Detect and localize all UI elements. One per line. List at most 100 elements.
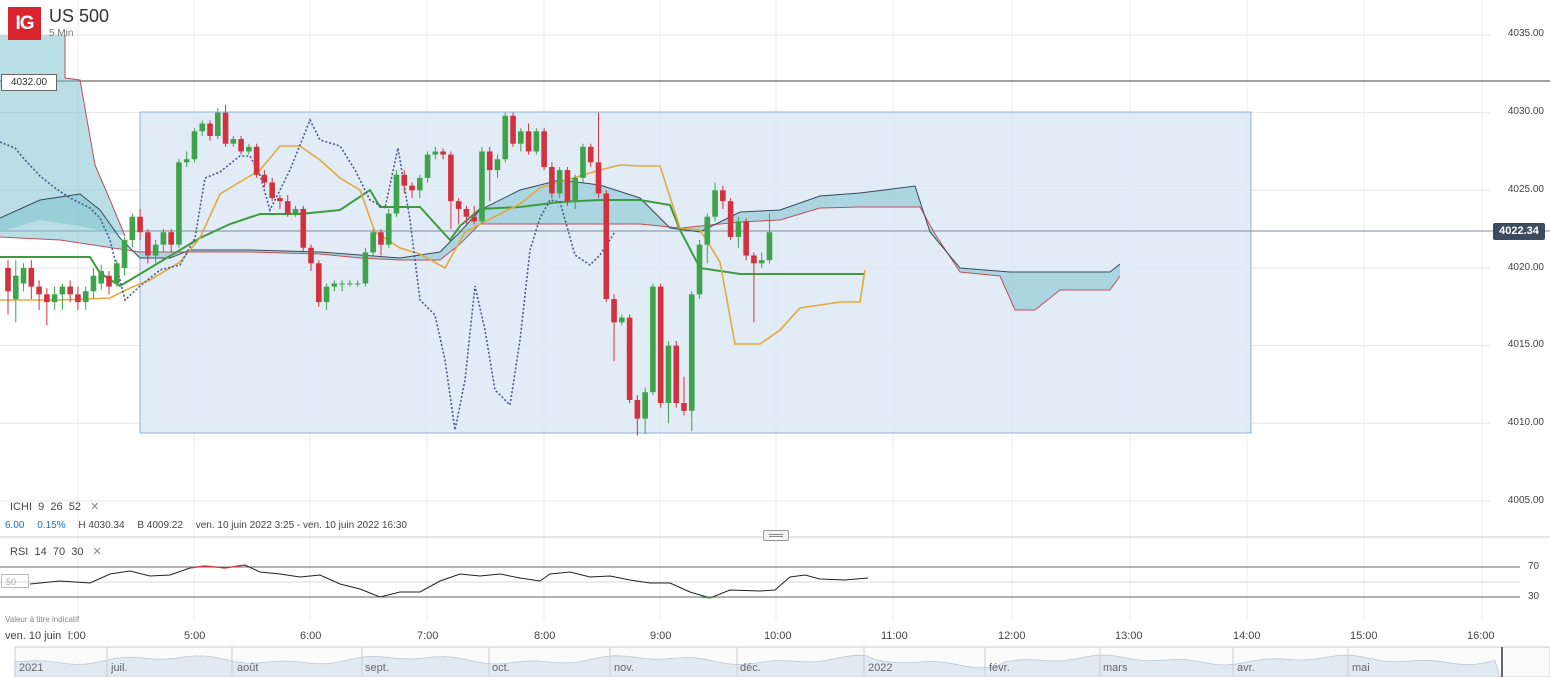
panel-resize-handle[interactable]: [763, 530, 789, 541]
y-axis-label: 4035.00: [1507, 28, 1544, 39]
ichi-param: 9: [38, 501, 45, 513]
close-icon[interactable]: ✕: [90, 501, 99, 513]
navigator-label: févr.: [989, 662, 1010, 674]
candle-body: [90, 275, 97, 292]
candle-body: [67, 286, 73, 295]
candle-body: [611, 299, 617, 323]
candle-body: [354, 283, 361, 285]
candle-body: [494, 159, 501, 171]
x-axis-label: 14:00: [1233, 630, 1261, 642]
candle-body: [261, 174, 268, 183]
ichi-indicator-legend[interactable]: ICHI 9 26 52 ✕: [10, 500, 99, 513]
candle: [176, 159, 182, 248]
candle-body: [277, 198, 283, 202]
candle: [673, 340, 680, 408]
candle-body: [269, 182, 275, 199]
x-axis-label: 7:00: [417, 630, 439, 642]
x-axis-label: 11:00: [881, 630, 908, 642]
ichi-param: 26: [50, 501, 63, 513]
candle: [316, 260, 322, 307]
candle-body: [183, 159, 190, 163]
candle-body: [518, 131, 524, 144]
navigator-label: mai: [1352, 662, 1370, 674]
candle-body: [688, 294, 695, 411]
candle-body: [455, 201, 462, 209]
candle-body: [603, 193, 610, 300]
candle-body: [448, 154, 454, 202]
x-axis-label: 8:00: [534, 630, 556, 642]
rsi-midline-label: 50: [1, 574, 29, 588]
candle: [121, 236, 128, 276]
candle: [502, 112, 509, 163]
candle-body: [580, 146, 586, 178]
candle: [580, 143, 586, 183]
candle-body: [657, 286, 664, 404]
candle-body: [214, 112, 221, 136]
candle: [98, 264, 105, 290]
timeframe-label[interactable]: 5 Min: [49, 28, 73, 39]
navigator-label: sept.: [365, 662, 389, 674]
candle: [385, 208, 392, 248]
high-value: H 4030.34: [78, 520, 125, 531]
candle-body: [440, 151, 446, 155]
candle-body: [525, 131, 532, 152]
candle-body: [347, 283, 353, 285]
candle-body: [230, 139, 237, 144]
candle-body: [673, 345, 680, 404]
candle-body: [393, 174, 400, 214]
candle-body: [362, 252, 369, 284]
candle-body: [432, 151, 439, 155]
candle-body: [323, 286, 330, 303]
x-axis-label: 9:00: [650, 630, 672, 642]
candle-body: [253, 146, 260, 175]
x-axis-label: l:00: [68, 630, 86, 642]
candle-body: [463, 208, 470, 217]
candle: [90, 267, 97, 300]
y-axis-label: 4020.00: [1507, 262, 1544, 273]
candle-body: [98, 271, 105, 284]
candle: [549, 162, 555, 199]
candle: [370, 229, 376, 256]
candle-body: [308, 247, 314, 264]
close-icon[interactable]: ✕: [93, 546, 102, 558]
candle-body: [743, 221, 749, 256]
rsi-param: 30: [71, 546, 84, 558]
candle: [82, 286, 89, 310]
rsi-param: 70: [52, 546, 66, 558]
candle-body: [137, 216, 143, 233]
navigator-label: 2021: [19, 662, 44, 674]
candle: [533, 128, 540, 155]
rsi-series-line: [29, 564, 869, 599]
y-axis-label: 4025.00: [1507, 184, 1544, 195]
candle-body: [502, 115, 509, 160]
candle: [603, 190, 610, 303]
rsi-upper-label: 70: [1528, 561, 1540, 572]
navigator-label: avr.: [1237, 662, 1255, 674]
ichi-param: 52: [68, 501, 81, 513]
rsi-indicator-legend[interactable]: RSI 14 70 30 ✕: [10, 545, 102, 558]
horizontal-line-label[interactable]: 4032.00: [1, 74, 57, 91]
candle-body: [339, 283, 345, 285]
candle: [44, 288, 50, 326]
rsi-oversold-segment: [699, 596, 716, 599]
navigator-label: mars: [1103, 662, 1128, 674]
rsi-name: RSI: [10, 546, 29, 558]
current-price-tag: 4022.34: [1493, 223, 1545, 240]
change-percent: 0.15%: [37, 520, 66, 531]
navigator-label: juil.: [111, 662, 128, 674]
candle-body: [572, 177, 579, 202]
candle-body: [75, 294, 81, 303]
y-axis-label: 4015.00: [1507, 339, 1544, 350]
navigator-label: oct.: [492, 662, 510, 674]
candle: [59, 283, 66, 310]
navigator-label: 2022: [868, 662, 893, 674]
navigator-label: déc.: [740, 662, 761, 674]
candle-body: [704, 216, 711, 245]
candle-body: [681, 403, 687, 411]
candle-body: [720, 190, 726, 202]
rsi-overbought-segment: [189, 564, 246, 569]
price-chart[interactable]: [0, 0, 1550, 677]
candle-body: [106, 275, 112, 287]
candle: [5, 260, 11, 315]
candle: [362, 247, 369, 287]
